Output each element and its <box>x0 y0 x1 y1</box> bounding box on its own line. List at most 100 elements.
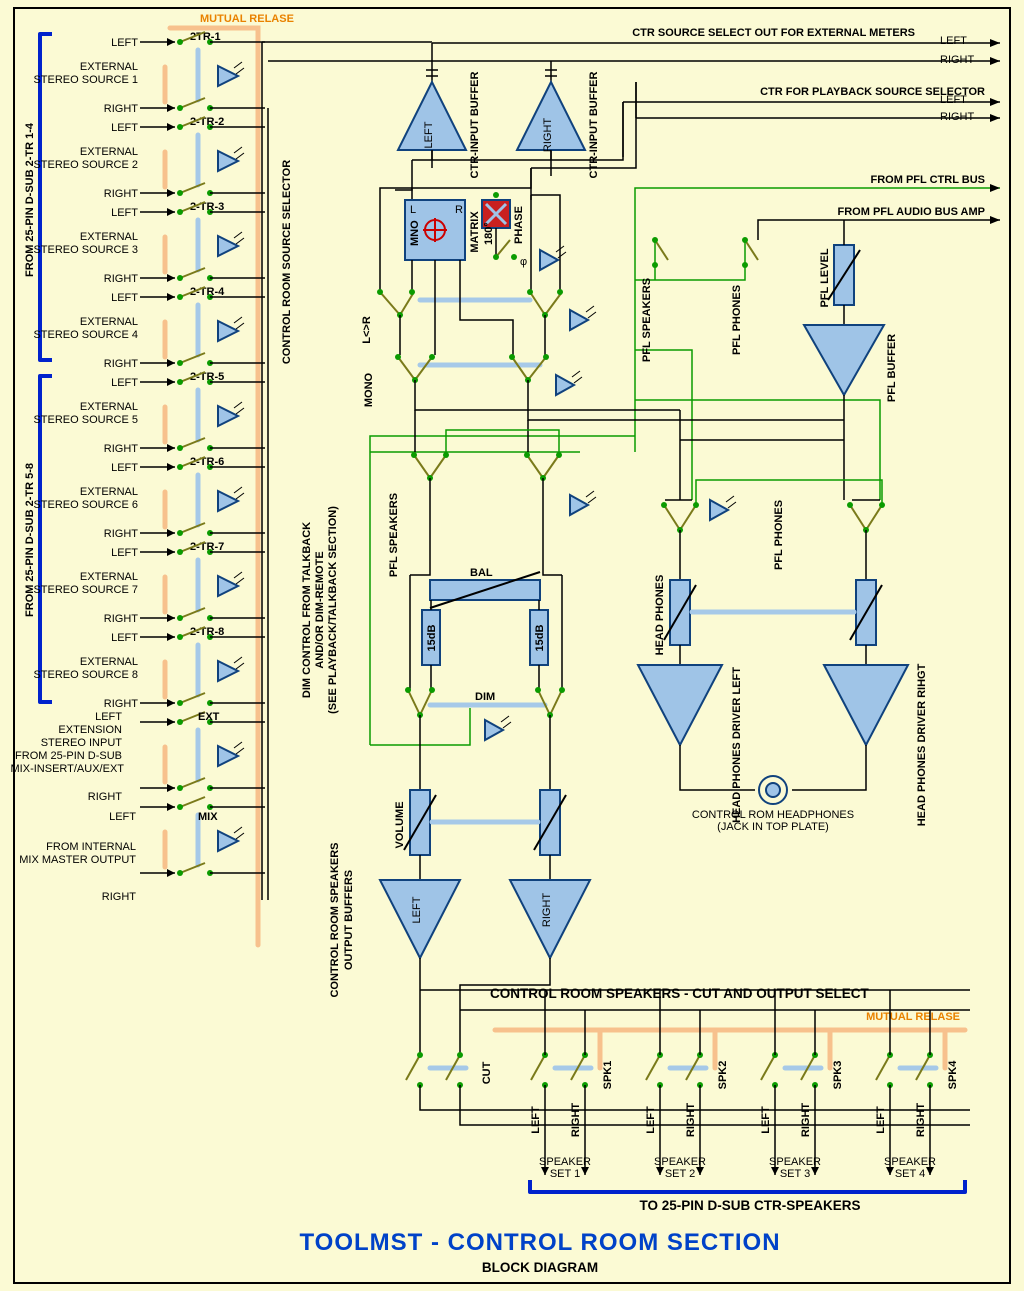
from-pfl-audio: FROM PFL AUDIO BUS AMP <box>838 206 985 218</box>
src-left: LEFT <box>111 547 138 559</box>
pfl-spk-2: PFL SPEAKERS <box>388 493 400 577</box>
dim3: (SEE PLAYBACK/TALKBACK SECTION) <box>327 506 339 714</box>
src-desc2: STEREO SOURCE 7 <box>33 584 138 596</box>
tag-ext: EXT <box>198 711 220 723</box>
src-right: RIGHT <box>104 358 139 370</box>
src-desc1: EXTERNAL <box>80 401 138 413</box>
spk-tag: SPK4 <box>947 1060 959 1090</box>
db15-2: 15dB <box>534 624 546 651</box>
spk-set: SPEAKER <box>884 1156 936 1168</box>
src-left: LEFT <box>111 207 138 219</box>
src-left: LEFT <box>111 377 138 389</box>
src-desc2: STEREO SOURCE 1 <box>33 74 138 86</box>
phase-deg: 180° <box>483 222 495 245</box>
sp-right: RIGHT <box>800 1103 812 1138</box>
src-right: RIGHT <box>104 698 139 710</box>
crb1: CONTROL ROOM SPEAKERS <box>329 842 341 997</box>
out-r: RIGHT <box>541 893 553 928</box>
from-pfl-ctrl: FROM PFL CTRL BUS <box>871 174 985 186</box>
src-desc1: EXTERNAL <box>80 146 138 158</box>
sp-left: LEFT <box>645 1106 657 1134</box>
hp-drv-l: HEAD PHONES DRIVER LEFT <box>731 667 743 823</box>
jack-lbl: (JACK IN TOP PLATE) <box>717 821 829 833</box>
mix-l2: MIX MASTER OUTPUT <box>19 854 136 866</box>
spk-set-n: SET 4 <box>895 1168 925 1180</box>
left-2: LEFT <box>940 94 967 106</box>
src-right: RIGHT <box>104 273 139 285</box>
phase-lbl: PHASE <box>513 206 525 244</box>
pfl-spk-1: PFL SPEAKERS <box>641 278 653 362</box>
src-right: RIGHT <box>104 613 139 625</box>
block-diagram: MUTUAL RELASE CTR SOURCE SELECT OUT FOR … <box>0 0 1024 1291</box>
left-1: LEFT <box>940 35 967 47</box>
lr-lbl: L<>R <box>361 316 373 344</box>
src-selector-label: CONTROL ROOM SOURCE SELECTOR <box>281 160 293 364</box>
ext-l4: MIX-INSERT/AUX/EXT <box>11 763 125 775</box>
out-l: LEFT <box>411 896 423 923</box>
src-desc1: EXTERNAL <box>80 571 138 583</box>
ext-l3: FROM 25-PIN D-SUB <box>15 750 122 762</box>
headphone-jack <box>766 783 780 797</box>
src-desc1: EXTERNAL <box>80 656 138 668</box>
spk-set-n: SET 3 <box>780 1168 810 1180</box>
sp-left: LEFT <box>875 1106 887 1134</box>
mno-R: R <box>455 204 463 216</box>
ctr-in-buf-1: CTR-INPUT BUFFER <box>469 71 481 178</box>
spk-tag: SPK2 <box>717 1061 729 1090</box>
src-left: LEFT <box>111 462 138 474</box>
dim-lbl: DIM <box>475 691 495 703</box>
spk-set-n: SET 2 <box>665 1168 695 1180</box>
dim2: AND/OR DIM-REMOTE <box>314 551 326 668</box>
mno-L: L <box>410 204 416 216</box>
src-desc2: STEREO SOURCE 5 <box>33 414 138 426</box>
ext-l2: STEREO INPUT <box>41 737 123 749</box>
buf-left-text: LEFT <box>423 121 435 148</box>
src-left: LEFT <box>111 37 138 49</box>
dim1: DIM CONTROL FROM TALKBACK <box>301 522 313 698</box>
src-desc2: STEREO SOURCE 2 <box>33 159 138 171</box>
pfl-ph-2: PFL PHONES <box>773 500 785 570</box>
src-left: LEFT <box>111 632 138 644</box>
spk-set-n: SET 1 <box>550 1168 580 1180</box>
tag-mix: MIX <box>198 811 218 823</box>
mutual-release-top: MUTUAL RELASE <box>200 13 294 25</box>
src-desc2: STEREO SOURCE 8 <box>33 669 138 681</box>
pfl-level-lbl: PFL LEVEL <box>819 248 831 307</box>
pfl-buffer-lbl: PFL BUFFER <box>886 334 898 402</box>
spk-tag: SPK3 <box>832 1061 844 1090</box>
sp-right: RIGHT <box>685 1103 697 1138</box>
src-desc1: EXTERNAL <box>80 61 138 73</box>
src-left: LEFT <box>111 122 138 134</box>
mix-left: LEFT <box>109 811 136 823</box>
mutual-release-bot: MUTUAL RELASE <box>866 1011 960 1023</box>
ext-left: LEFT <box>95 711 122 723</box>
mno-lbl: MNO <box>409 220 421 246</box>
src-left: LEFT <box>111 292 138 304</box>
sp-right: RIGHT <box>915 1103 927 1138</box>
src-right: RIGHT <box>104 188 139 200</box>
ctr-meters-label: CTR SOURCE SELECT OUT FOR EXTERNAL METER… <box>632 27 915 39</box>
src-right: RIGHT <box>104 443 139 455</box>
src-right: RIGHT <box>104 103 139 115</box>
mono-lbl: MONO <box>363 372 375 407</box>
sp-left: LEFT <box>530 1106 542 1134</box>
src-desc1: EXTERNAL <box>80 316 138 328</box>
mix-right: RIGHT <box>102 891 137 903</box>
ext-right: RIGHT <box>88 791 123 803</box>
right-1: RIGHT <box>940 54 975 66</box>
volume-lbl: VOLUME <box>394 801 406 848</box>
src-right: RIGHT <box>104 528 139 540</box>
src-desc2: STEREO SOURCE 4 <box>33 329 138 341</box>
hp-lbl: HEAD PHONES <box>654 575 666 656</box>
right-2: RIGHT <box>940 111 975 123</box>
cut-lbl: CUT <box>481 1061 493 1084</box>
src-desc1: EXTERNAL <box>80 231 138 243</box>
phi: φ <box>520 256 527 268</box>
matrix-lbl: MATRIX <box>469 211 481 253</box>
buf-right-text: RIGHT <box>542 118 554 153</box>
src-desc1: EXTERNAL <box>80 486 138 498</box>
diagram-title: TOOLMST - CONTROL ROOM SECTION <box>299 1229 780 1256</box>
diagram-subtitle: BLOCK DIAGRAM <box>482 1260 598 1275</box>
spk-set: SPEAKER <box>769 1156 821 1168</box>
hp-drv-r: HEAD PHONES DRIVER RIHGT <box>916 663 928 826</box>
